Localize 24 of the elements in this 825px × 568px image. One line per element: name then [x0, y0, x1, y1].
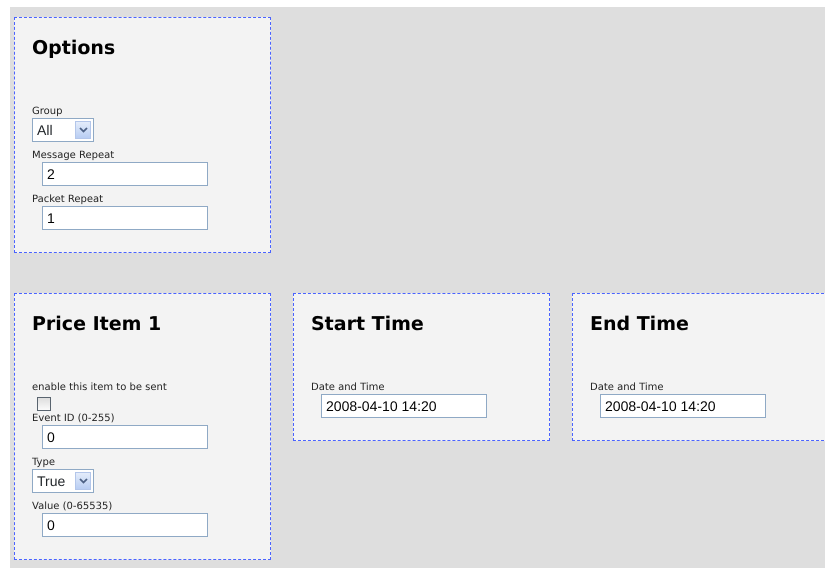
input-field[interactable]: 2008-04-10 14:20: [321, 394, 487, 418]
field-label: Packet Repeat: [32, 194, 104, 206]
field-label: Value (0-65535): [32, 501, 114, 513]
field-label: Type: [32, 457, 56, 469]
dropdown[interactable]: True: [32, 469, 94, 493]
chevron-down-icon: [78, 478, 88, 484]
chevron-down-icon: [78, 127, 88, 133]
field-label: Message Repeat: [32, 150, 116, 162]
panel-title: End Time: [590, 312, 690, 336]
field-label: Date and Time: [311, 382, 386, 394]
input-field[interactable]: 0: [42, 513, 208, 537]
input-field[interactable]: 0: [42, 425, 208, 449]
panel-title: Price Item 1: [32, 312, 162, 336]
panel-title: Options: [32, 36, 116, 60]
field-label: Group: [32, 106, 64, 118]
panel-title: Start Time: [311, 312, 425, 336]
input-field[interactable]: 2008-04-10 14:20: [600, 394, 766, 418]
input-field[interactable]: 1: [42, 206, 208, 230]
dropdown[interactable]: All: [32, 118, 94, 142]
field-label: Date and Time: [590, 382, 665, 394]
input-field[interactable]: 2: [42, 162, 208, 186]
field-label: enable this item to be sent: [32, 382, 168, 394]
checkbox[interactable]: [37, 397, 51, 411]
field-label: Event ID (0-255): [32, 413, 116, 425]
